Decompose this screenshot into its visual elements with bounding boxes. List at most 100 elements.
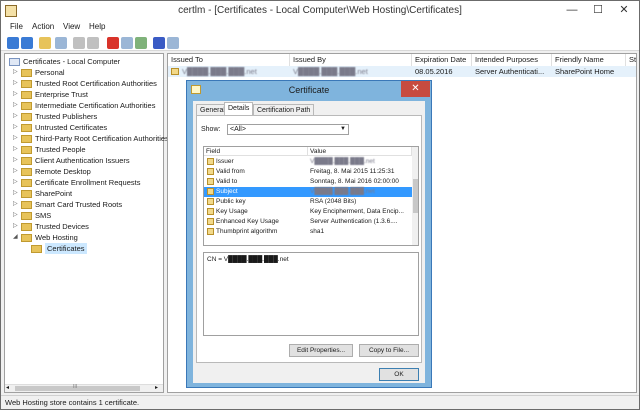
menu-action[interactable]: Action bbox=[32, 22, 54, 31]
scroll-right-icon[interactable]: ▸ bbox=[155, 384, 158, 391]
folder-icon bbox=[21, 201, 32, 209]
tree-item-label: Personal bbox=[35, 68, 65, 77]
copy-to-file-button[interactable]: Copy to File... bbox=[359, 344, 419, 357]
cell-friendly-name: SharePoint Home bbox=[555, 67, 615, 76]
cell-issued-by: V████.███.███.net bbox=[293, 67, 368, 76]
export-icon[interactable] bbox=[135, 37, 147, 49]
col-expiration[interactable]: Expiration Date bbox=[412, 54, 472, 66]
field-row[interactable]: Issuer V████.███.███.net bbox=[204, 157, 412, 167]
expand-arrow-icon[interactable]: ▷ bbox=[13, 210, 19, 221]
col-friendly-name[interactable]: Friendly Name bbox=[552, 54, 626, 66]
field-name: Public key bbox=[216, 198, 246, 205]
edit-properties-button[interactable]: Edit Properties... bbox=[289, 344, 353, 357]
cut-icon[interactable] bbox=[73, 37, 85, 49]
tree-root-label: Certificates - Local Computer bbox=[23, 57, 121, 66]
tree-scroll-thumb[interactable] bbox=[15, 386, 140, 391]
delete-icon[interactable] bbox=[107, 37, 119, 49]
field-row[interactable]: Valid from Freitag, 8. Mai 2015 11:25:31 bbox=[204, 167, 412, 177]
field-column-header[interactable]: Field bbox=[204, 147, 308, 156]
folder-icon bbox=[21, 179, 32, 187]
tree-item-label: Trusted People bbox=[35, 145, 86, 154]
expand-arrow-icon[interactable]: ▷ bbox=[13, 188, 19, 199]
field-name: Subject bbox=[216, 188, 238, 195]
field-row[interactable]: Public key RSA (2048 Bits) bbox=[204, 197, 412, 207]
tree-item-label: Certificate Enrollment Requests bbox=[35, 178, 141, 187]
tree-item-label: Intermediate Certification Authorities bbox=[35, 101, 156, 110]
show-hide-tree-icon[interactable] bbox=[55, 37, 67, 49]
expand-arrow-icon[interactable]: ▷ bbox=[13, 78, 19, 89]
expand-arrow-icon[interactable]: ▷ bbox=[13, 199, 19, 210]
field-value: Sonntag, 8. Mai 2016 02:00:00 bbox=[310, 178, 399, 185]
menu-help[interactable]: Help bbox=[89, 22, 105, 31]
col-status[interactable]: Sta bbox=[626, 54, 636, 66]
folder-icon bbox=[21, 102, 32, 110]
col-purposes[interactable]: Intended Purposes bbox=[472, 54, 552, 66]
show-action-pane-icon[interactable] bbox=[167, 37, 179, 49]
details-panel: Show: <All> ▼ Field Value Issuer V████.██… bbox=[196, 115, 422, 363]
field-value: RSA (2048 Bits) bbox=[310, 198, 357, 205]
expand-arrow-icon[interactable]: ▷ bbox=[13, 144, 19, 155]
field-row[interactable]: Enhanced Key Usage Server Authentication … bbox=[204, 217, 412, 227]
tree-horizontal-scrollbar[interactable]: ◂ III ▸ bbox=[5, 384, 163, 392]
field-icon bbox=[207, 198, 214, 205]
expand-arrow-icon[interactable]: ▷ bbox=[13, 155, 19, 166]
folder-open-icon bbox=[31, 245, 42, 253]
field-value: Server Authentication (1.3.6.... bbox=[310, 218, 398, 225]
tab-details[interactable]: Details bbox=[224, 102, 254, 115]
toolbar bbox=[1, 35, 639, 51]
properties-icon[interactable] bbox=[121, 37, 133, 49]
expand-arrow-icon[interactable]: ▷ bbox=[13, 89, 19, 100]
table-row[interactable]: V████.███.███.net V████.███.███.net 08.0… bbox=[168, 66, 636, 77]
ok-button[interactable]: OK bbox=[379, 368, 419, 381]
chevron-down-icon: ▼ bbox=[340, 126, 346, 132]
field-row[interactable]: Key Usage Key Encipherment, Data Encip... bbox=[204, 207, 412, 217]
field-row[interactable]: Thumbprint algorithm sha1 bbox=[204, 227, 412, 237]
forward-icon[interactable] bbox=[21, 37, 33, 49]
menu-view[interactable]: View bbox=[63, 22, 80, 31]
dialog-close-button[interactable]: ✕ bbox=[401, 81, 430, 97]
folder-icon bbox=[21, 69, 32, 77]
dialog-title-bar: Certificate bbox=[187, 81, 431, 99]
menu-file[interactable]: File bbox=[10, 22, 23, 31]
tab-certification-path[interactable]: Certification Path bbox=[253, 104, 315, 115]
maximize-button[interactable]: ☐ bbox=[585, 1, 611, 19]
copy-icon[interactable] bbox=[87, 37, 99, 49]
expanded-arrow-icon[interactable]: ◢ bbox=[13, 232, 19, 243]
expand-arrow-icon[interactable]: ▷ bbox=[13, 100, 19, 111]
up-folder-icon[interactable] bbox=[39, 37, 51, 49]
window-title: certlm - [Certificates - Local Computer\… bbox=[178, 5, 462, 16]
expand-arrow-icon[interactable]: ▷ bbox=[13, 221, 19, 232]
field-detail-text[interactable]: CN = V████.███.███.net bbox=[203, 252, 419, 336]
cell-expiration: 08.05.2016 bbox=[415, 67, 453, 76]
help-icon[interactable] bbox=[153, 37, 165, 49]
expand-arrow-icon[interactable]: ▷ bbox=[13, 111, 19, 122]
scroll-left-icon[interactable]: ◂ bbox=[6, 384, 9, 391]
tree-item-label: Certificates bbox=[45, 243, 87, 254]
expand-arrow-icon[interactable]: ▷ bbox=[13, 122, 19, 133]
close-button[interactable]: ✕ bbox=[611, 1, 637, 19]
col-issued-by[interactable]: Issued By bbox=[290, 54, 412, 66]
status-bar: Web Hosting store contains 1 certificate… bbox=[1, 395, 639, 409]
col-issued-to[interactable]: Issued To bbox=[168, 54, 290, 66]
fields-scroll-thumb[interactable] bbox=[413, 179, 418, 213]
tree-item-label: Trusted Publishers bbox=[35, 112, 98, 121]
field-name: Valid to bbox=[216, 178, 238, 185]
tree-item-label: Trusted Devices bbox=[35, 222, 89, 231]
folder-icon bbox=[21, 190, 32, 198]
field-row[interactable]: Valid to Sonntag, 8. Mai 2016 02:00:00 bbox=[204, 177, 412, 187]
field-icon bbox=[207, 178, 214, 185]
field-row[interactable]: Subject V████.███.███.net bbox=[204, 187, 412, 197]
expand-arrow-icon[interactable]: ▷ bbox=[13, 177, 19, 188]
back-icon[interactable] bbox=[7, 37, 19, 49]
expand-arrow-icon[interactable]: ▷ bbox=[13, 133, 19, 144]
minimize-button[interactable]: — bbox=[559, 1, 585, 19]
expand-arrow-icon[interactable]: ▷ bbox=[13, 67, 19, 78]
tree-item-label: Third-Party Root Certification Authoriti… bbox=[35, 134, 169, 143]
field-icon bbox=[207, 208, 214, 215]
value-column-header[interactable]: Value bbox=[308, 147, 412, 156]
field-name: Enhanced Key Usage bbox=[216, 218, 279, 225]
show-dropdown[interactable]: <All> ▼ bbox=[227, 124, 349, 135]
fields-vertical-scrollbar[interactable] bbox=[412, 147, 418, 245]
expand-arrow-icon[interactable]: ▷ bbox=[13, 166, 19, 177]
field-value: V████.███.███.net bbox=[310, 188, 375, 195]
